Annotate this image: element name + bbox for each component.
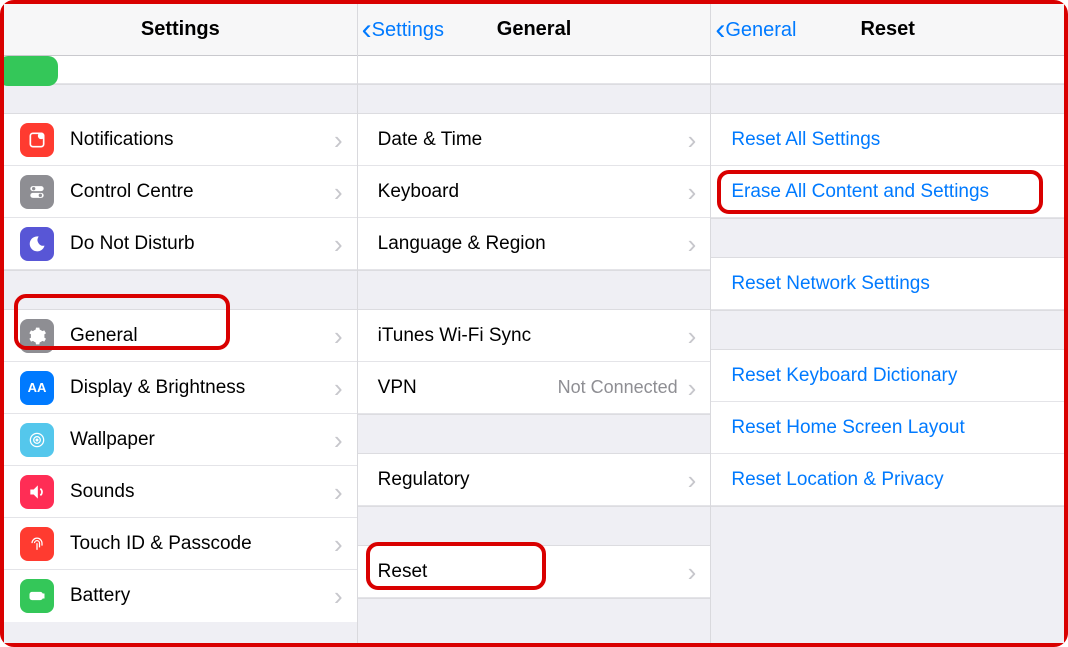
row-reset-home-screen[interactable]: Reset Home Screen Layout xyxy=(711,402,1064,454)
panel-general: ‹ Settings General Date & Time › Keyboar… xyxy=(358,4,712,643)
row-label: Keyboard xyxy=(378,181,688,203)
row-notifications[interactable]: Notifications › xyxy=(4,114,357,166)
chevron-right-icon: › xyxy=(334,427,343,453)
chevron-left-icon: ‹ xyxy=(362,15,372,45)
row-label: Wallpaper xyxy=(70,429,334,451)
nav-title: Reset xyxy=(860,18,914,41)
navbar-settings: Settings xyxy=(4,4,357,56)
row-sounds[interactable]: Sounds › xyxy=(4,466,357,518)
row-label: General xyxy=(70,325,334,347)
back-label: Settings xyxy=(372,19,444,42)
row-label: Reset Network Settings xyxy=(731,273,1050,295)
row-label: Erase All Content and Settings xyxy=(731,181,1050,203)
chevron-right-icon: › xyxy=(688,559,697,585)
row-label: Notifications xyxy=(70,129,334,151)
chevron-right-icon: › xyxy=(688,231,697,257)
row-label: Do Not Disturb xyxy=(70,233,334,255)
row-label: Display & Brightness xyxy=(70,377,334,399)
row-label: Reset Keyboard Dictionary xyxy=(731,365,1050,387)
row-itunes-wifi-sync[interactable]: iTunes Wi-Fi Sync › xyxy=(358,310,711,362)
chevron-right-icon: › xyxy=(688,179,697,205)
panel-reset: ‹ General Reset Reset All Settings Erase… xyxy=(711,4,1064,643)
screenshot-container: Settings Notifications › Control Centre … xyxy=(0,0,1068,647)
chevron-right-icon: › xyxy=(334,231,343,257)
navbar-reset: ‹ General Reset xyxy=(711,4,1064,56)
chevron-right-icon: › xyxy=(688,127,697,153)
back-label: General xyxy=(725,19,796,42)
row-label: Battery xyxy=(70,585,334,607)
row-keyboard[interactable]: Keyboard › xyxy=(358,166,711,218)
chevron-right-icon: › xyxy=(334,179,343,205)
row-do-not-disturb[interactable]: Do Not Disturb › xyxy=(4,218,357,270)
row-vpn[interactable]: VPN Not Connected › xyxy=(358,362,711,414)
row-label: Control Centre xyxy=(70,181,334,203)
chevron-right-icon: › xyxy=(334,583,343,609)
row-touch-id[interactable]: Touch ID & Passcode › xyxy=(4,518,357,570)
row-language-region[interactable]: Language & Region › xyxy=(358,218,711,270)
control-centre-icon xyxy=(20,175,54,209)
row-label: Reset Home Screen Layout xyxy=(731,417,1050,439)
row-label: Regulatory xyxy=(378,469,688,491)
row-label: Reset All Settings xyxy=(731,129,1050,151)
row-peek-icon xyxy=(4,56,58,86)
chevron-right-icon: › xyxy=(688,375,697,401)
row-display-brightness[interactable]: AA Display & Brightness › xyxy=(4,362,357,414)
chevron-right-icon: › xyxy=(334,531,343,557)
row-label: VPN xyxy=(378,377,558,399)
display-icon: AA xyxy=(20,371,54,405)
row-date-time[interactable]: Date & Time › xyxy=(358,114,711,166)
row-label: Touch ID & Passcode xyxy=(70,533,334,555)
row-label: Reset Location & Privacy xyxy=(731,469,1050,491)
row-regulatory[interactable]: Regulatory › xyxy=(358,454,711,506)
back-button[interactable]: ‹ General xyxy=(715,4,796,56)
chevron-right-icon: › xyxy=(688,323,697,349)
battery-icon xyxy=(20,579,54,613)
row-label: Sounds xyxy=(70,481,334,503)
row-label: Date & Time xyxy=(378,129,688,151)
back-button[interactable]: ‹ Settings xyxy=(362,4,444,56)
row-reset[interactable]: Reset › xyxy=(358,546,711,598)
wallpaper-icon xyxy=(20,423,54,457)
chevron-right-icon: › xyxy=(334,479,343,505)
row-reset-all-settings[interactable]: Reset All Settings xyxy=(711,114,1064,166)
chevron-right-icon: › xyxy=(334,323,343,349)
panel-settings: Settings Notifications › Control Centre … xyxy=(4,4,358,643)
row-label: iTunes Wi-Fi Sync xyxy=(378,325,688,347)
row-general[interactable]: General › xyxy=(4,310,357,362)
chevron-right-icon: › xyxy=(334,375,343,401)
gear-icon xyxy=(20,319,54,353)
chevron-right-icon: › xyxy=(334,127,343,153)
nav-title: General xyxy=(497,18,571,41)
row-reset-network[interactable]: Reset Network Settings xyxy=(711,258,1064,310)
notifications-icon xyxy=(20,123,54,157)
sounds-icon xyxy=(20,475,54,509)
row-wallpaper[interactable]: Wallpaper › xyxy=(4,414,357,466)
fingerprint-icon xyxy=(20,527,54,561)
row-label: Reset xyxy=(378,561,688,583)
nav-title: Settings xyxy=(141,18,220,41)
row-reset-keyboard-dict[interactable]: Reset Keyboard Dictionary xyxy=(711,350,1064,402)
moon-icon xyxy=(20,227,54,261)
row-erase-all[interactable]: Erase All Content and Settings xyxy=(711,166,1064,218)
row-battery[interactable]: Battery › xyxy=(4,570,357,622)
chevron-left-icon: ‹ xyxy=(715,15,725,45)
chevron-right-icon: › xyxy=(688,467,697,493)
navbar-general: ‹ Settings General xyxy=(358,4,711,56)
row-control-centre[interactable]: Control Centre › xyxy=(4,166,357,218)
row-reset-location-privacy[interactable]: Reset Location & Privacy xyxy=(711,454,1064,506)
row-label: Language & Region xyxy=(378,233,688,255)
row-detail: Not Connected xyxy=(558,377,678,398)
